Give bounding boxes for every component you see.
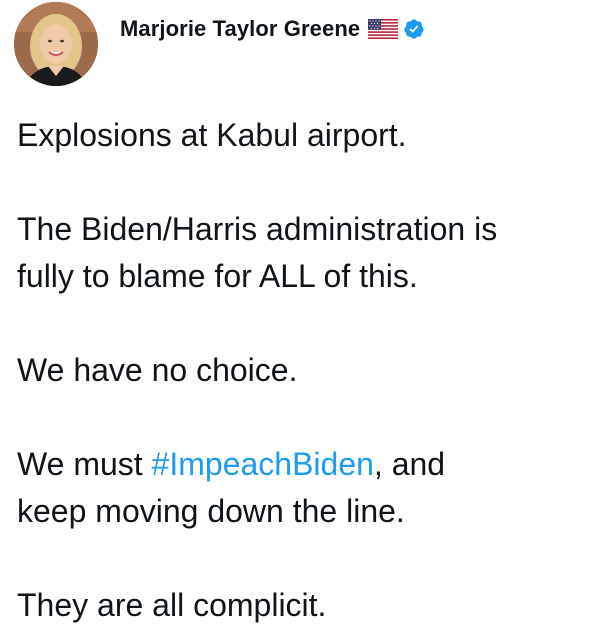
tweet-line: keep moving down the line.: [17, 493, 405, 529]
tweet-line: They are all complicit.: [17, 587, 327, 623]
tweet-line: We have no choice.: [17, 352, 298, 388]
tweet-text-fragment: , and: [373, 446, 446, 482]
tweet-line: fully to blame for ALL of this.: [17, 258, 418, 294]
tweet-header: Marjorie Taylor Greene: [14, 2, 425, 86]
hashtag-link[interactable]: #ImpeachBiden: [152, 446, 374, 482]
tweet-text-fragment: We must: [17, 446, 152, 482]
us-flag-icon: [368, 19, 399, 39]
tweet-line: Explosions at Kabul airport.: [17, 117, 407, 153]
author-name[interactable]: Marjorie Taylor Greene: [120, 16, 360, 42]
tweet-line: We must #ImpeachBiden, and: [17, 441, 607, 488]
tweet-body: Explosions at Kabul airport. The Biden/H…: [17, 112, 607, 629]
tweet-card: Marjorie Taylor Greene Explosions at Kab…: [0, 0, 615, 640]
verified-badge-icon: [403, 18, 425, 40]
avatar[interactable]: [14, 2, 98, 86]
author-row: Marjorie Taylor Greene: [120, 16, 425, 42]
tweet-line: The Biden/Harris administration is: [17, 211, 498, 247]
